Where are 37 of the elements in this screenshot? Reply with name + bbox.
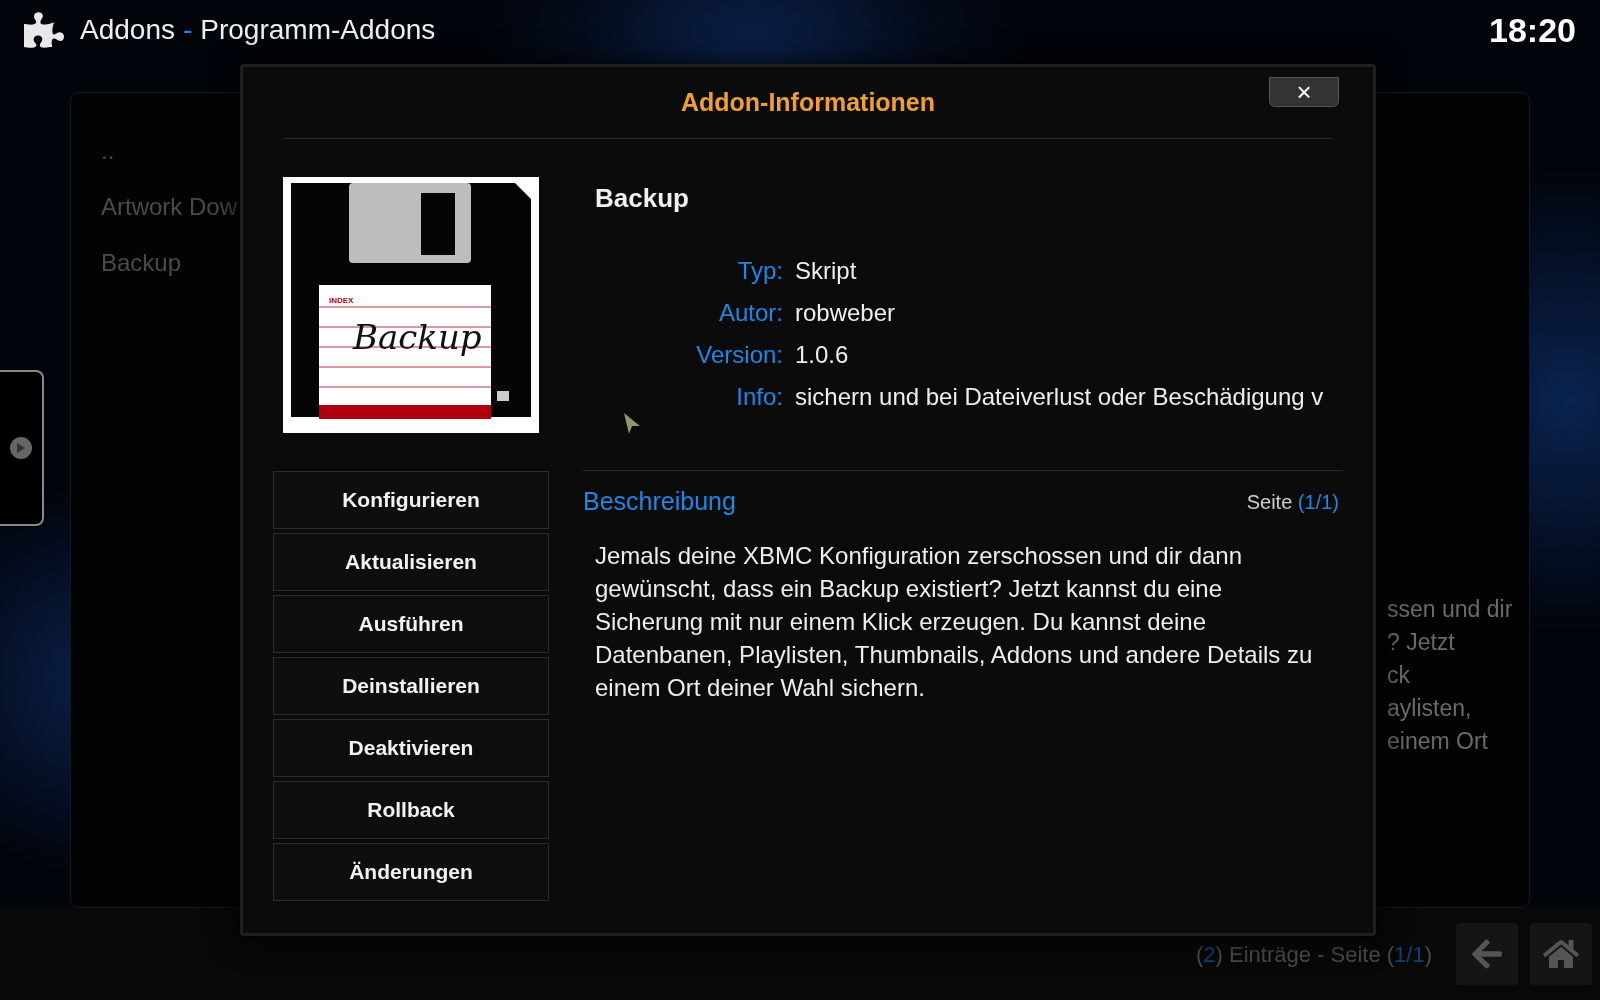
description-line: einem Ort	[1387, 727, 1489, 756]
field-label: Version:	[695, 340, 783, 370]
field-label: Info:	[735, 382, 783, 412]
back-icon	[1470, 937, 1504, 971]
page-indicator: Seite (1/1)	[1246, 489, 1339, 515]
description-line: aylisten,	[1387, 694, 1473, 723]
description-line: ck	[1387, 661, 1411, 690]
action-button[interactable]: Deinstallieren	[273, 657, 549, 715]
action-button[interactable]: Rollback	[273, 781, 549, 839]
description-text: Jemals deine XBMC Konfiguration zerschossen und dir dann gewünscht, dass ein Backup existiert? Jetzt kannst du eine Sicherung mit nur einem Klick erzeugen. Du kannst deine Datenbanen, Playlisten, Thumbnails, Addons und andere Details zu einem Ort deiner Wahl sichern.	[595, 540, 1314, 703]
action-button[interactable]: Deaktivieren	[273, 719, 549, 777]
home-button[interactable]	[1530, 923, 1592, 985]
field-label: Typ:	[736, 256, 783, 286]
close-button[interactable]: ×	[1269, 77, 1339, 107]
action-button[interactable]: Änderungen	[273, 843, 549, 901]
description-line: ssen und dir	[1387, 595, 1514, 624]
addon-name: Backup	[595, 182, 690, 215]
side-tab[interactable]	[0, 370, 44, 526]
action-button[interactable]: Konfigurieren	[273, 471, 549, 529]
item-count: (2) Einträge - Seite (1/1)	[1195, 940, 1432, 969]
field-value: sichern und bei Dateiverlust oder Beschädigung v	[795, 382, 1325, 412]
header-subsection: Programm-Addons	[200, 13, 436, 47]
field-label: Autor:	[717, 298, 783, 328]
mouse-pointer-icon	[623, 412, 641, 436]
puzzle-icon	[24, 10, 64, 50]
header-section: Addons	[80, 9, 175, 51]
back-button[interactable]	[1456, 923, 1518, 985]
description-heading: Beschreibung	[583, 486, 736, 517]
clock-time: 18:20	[1489, 9, 1576, 51]
action-button[interactable]: Ausführen	[273, 595, 549, 653]
field-value: robweber	[795, 298, 897, 328]
action-button[interactable]: Aktualisieren	[273, 533, 549, 591]
field-value: 1.0.6	[795, 340, 850, 370]
field-value: Skript	[795, 256, 858, 286]
description-line: ? Jetzt	[1387, 628, 1456, 657]
dialog-title: Addon-Informationen	[680, 86, 936, 118]
header-separator: -	[182, 13, 193, 47]
